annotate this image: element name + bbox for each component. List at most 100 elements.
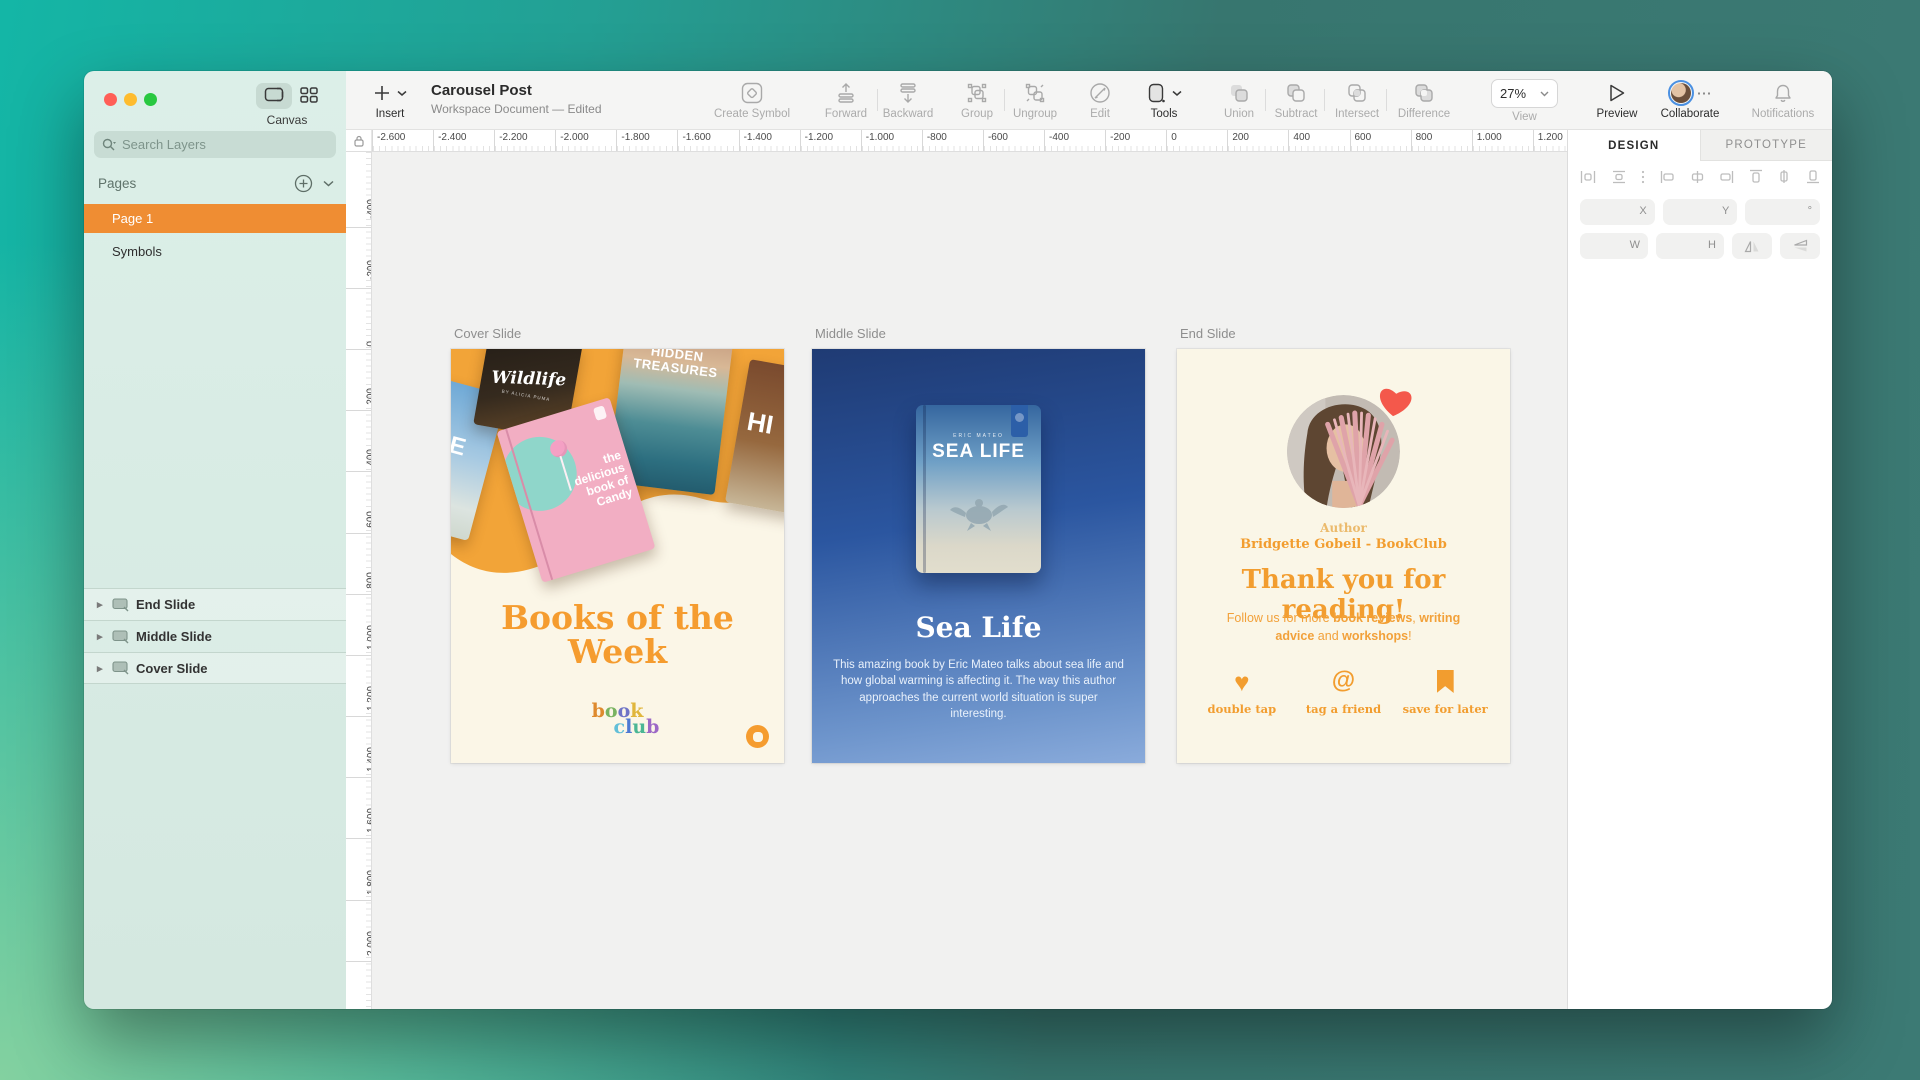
align-vertical-center-icon[interactable] <box>1777 169 1791 184</box>
book-cover-title: SEA LIFE <box>932 441 1025 462</box>
forward-button[interactable]: Forward <box>818 80 874 120</box>
h-ruler-label: -2.000 <box>555 130 617 151</box>
bookmark-icon <box>1436 670 1454 693</box>
create-symbol-button[interactable]: Create Symbol <box>710 80 794 120</box>
tab-prototype-label: PROTOTYPE <box>1725 139 1808 151</box>
tools-label: Tools <box>1150 108 1178 120</box>
close-button[interactable] <box>104 93 117 106</box>
book-title-partial: HI <box>744 405 776 440</box>
layer-row-cover-slide[interactable]: ▸ Cover Slide <box>84 652 346 684</box>
search-input[interactable]: Search Layers <box>94 131 336 158</box>
difference-label: Difference <box>1397 108 1451 120</box>
h-ruler-label: 200 <box>1227 130 1289 151</box>
tools-button[interactable]: Tools <box>1136 80 1192 120</box>
zoom-button[interactable] <box>144 93 157 106</box>
bell-icon <box>1775 84 1791 102</box>
book-cover-author: ERIC MATEO <box>953 433 1004 439</box>
notifications-button[interactable]: Notifications <box>1747 80 1819 120</box>
artboard-icon <box>112 661 129 675</box>
union-button[interactable]: Union <box>1211 80 1267 120</box>
lock-icon[interactable] <box>353 135 364 147</box>
canvas-toggle-label: Canvas <box>266 113 308 127</box>
preview-button[interactable]: Preview <box>1589 80 1645 120</box>
align-left-icon[interactable] <box>1660 170 1675 184</box>
rotation-field-label: ° <box>1807 205 1813 217</box>
union-label: Union <box>1223 108 1255 120</box>
h-ruler-label: -2.200 <box>494 130 556 151</box>
align-top-icon[interactable] <box>1749 169 1763 184</box>
toolbar-divider <box>1265 89 1266 111</box>
heart-icon: ♥ <box>1234 667 1250 697</box>
insert-button[interactable]: Insert <box>362 80 418 120</box>
sidebar-item-symbols[interactable]: Symbols <box>84 237 346 266</box>
ungroup-button[interactable]: Ungroup <box>1007 80 1063 120</box>
intersect-button[interactable]: Intersect <box>1329 80 1385 120</box>
inspector-tabs: DESIGN PROTOTYPE <box>1568 130 1832 161</box>
difference-icon <box>1415 84 1433 102</box>
h-ruler-label: 400 <box>1288 130 1350 151</box>
distribute-vertically-icon[interactable] <box>1611 170 1627 184</box>
rotation-field[interactable]: ° <box>1745 199 1821 225</box>
canvas-toggle: Canvas <box>239 83 335 127</box>
zoom-level-dropdown[interactable]: 27% <box>1491 79 1558 108</box>
flip-horizontal-button[interactable] <box>1732 233 1772 259</box>
h-ruler-label: 800 <box>1410 130 1472 151</box>
subtract-button[interactable]: Subtract <box>1268 80 1324 120</box>
flip-vertical-button[interactable] <box>1780 233 1820 259</box>
group-button[interactable]: Group <box>949 80 1005 120</box>
intersect-icon <box>1348 84 1366 102</box>
layer-row-middle-slide[interactable]: ▸ Middle Slide <box>84 620 346 652</box>
align-right-icon[interactable] <box>1719 170 1734 184</box>
expand-chevron-icon[interactable]: ▸ <box>97 598 105 611</box>
align-horizontal-center-icon[interactable] <box>1690 170 1705 184</box>
artboard-end-slide[interactable]: Author Bridgette Gobeil - BookClub Thank… <box>1177 349 1510 763</box>
expand-chevron-icon[interactable]: ▸ <box>97 630 105 643</box>
y-position-field[interactable]: Y <box>1662 199 1738 225</box>
collaborate-button[interactable]: ⋯ Collaborate <box>1654 80 1726 120</box>
collaborator-avatar <box>1667 80 1694 106</box>
canvas-icon <box>264 87 284 102</box>
distribute-horizontally-icon[interactable] <box>1580 170 1596 184</box>
canvas-view-button[interactable] <box>256 83 292 109</box>
main-area: Insert Carousel Post Workspace Document … <box>346 71 1567 1009</box>
width-field[interactable]: W <box>1580 233 1648 259</box>
backward-button[interactable]: Backward <box>880 80 936 120</box>
tidy-icon[interactable] <box>1641 170 1645 184</box>
toolbar-divider <box>1004 89 1005 111</box>
action-label: tag a friend <box>1305 702 1382 716</box>
sidebar-item-page-1[interactable]: Page 1 <box>84 204 346 233</box>
layer-label: Middle Slide <box>136 629 212 644</box>
h-ruler-label: -200 <box>1105 130 1167 151</box>
minimize-button[interactable] <box>124 93 137 106</box>
tab-prototype[interactable]: PROTOTYPE <box>1699 130 1832 161</box>
align-bottom-icon[interactable] <box>1806 169 1820 184</box>
h-ruler-label: -1.600 <box>677 130 739 151</box>
backward-icon <box>900 83 916 103</box>
canvas[interactable]: Cover Slide Middle Slide End Slide IFE W… <box>372 152 1567 1009</box>
grid-view-button[interactable] <box>300 86 318 106</box>
inspector-panel: Preview ⋯ Collaborate Notifications DESI… <box>1567 71 1832 1009</box>
middle-body-text: This amazing book by Eric Mateo talks ab… <box>833 659 1124 720</box>
h-ruler-label: 600 <box>1349 130 1411 151</box>
artboard-title-end[interactable]: End Slide <box>1180 326 1236 341</box>
tab-design[interactable]: DESIGN <box>1568 130 1700 161</box>
expand-chevron-icon[interactable]: ▸ <box>97 662 105 675</box>
logo-letter: u <box>632 716 647 739</box>
edit-button[interactable]: Edit <box>1072 80 1128 120</box>
artboard-cover-slide[interactable]: IFE Wildlife BY ALICIA PUMA Hidden Treas… <box>451 349 784 763</box>
layer-row-end-slide[interactable]: ▸ End Slide <box>84 588 346 620</box>
pages-collapse-chevron-icon[interactable] <box>323 180 334 187</box>
x-position-field[interactable]: X <box>1580 199 1655 225</box>
forward-label: Forward <box>824 108 868 120</box>
add-page-button[interactable] <box>294 174 313 193</box>
book-tag <box>592 405 608 421</box>
height-field[interactable]: H <box>1656 233 1724 259</box>
difference-button[interactable]: Difference <box>1392 80 1456 120</box>
flip-horizontal-icon <box>1744 240 1759 252</box>
artboard-title-middle[interactable]: Middle Slide <box>815 326 886 341</box>
artboard-title-cover[interactable]: Cover Slide <box>454 326 521 341</box>
logo-letter: b <box>591 700 605 722</box>
artboard-middle-slide[interactable]: ERIC MATEO SEA LIFE Sea Life This amazin… <box>812 349 1145 763</box>
height-field-label: H <box>1708 239 1716 251</box>
size-fields-row: W H <box>1580 233 1820 259</box>
